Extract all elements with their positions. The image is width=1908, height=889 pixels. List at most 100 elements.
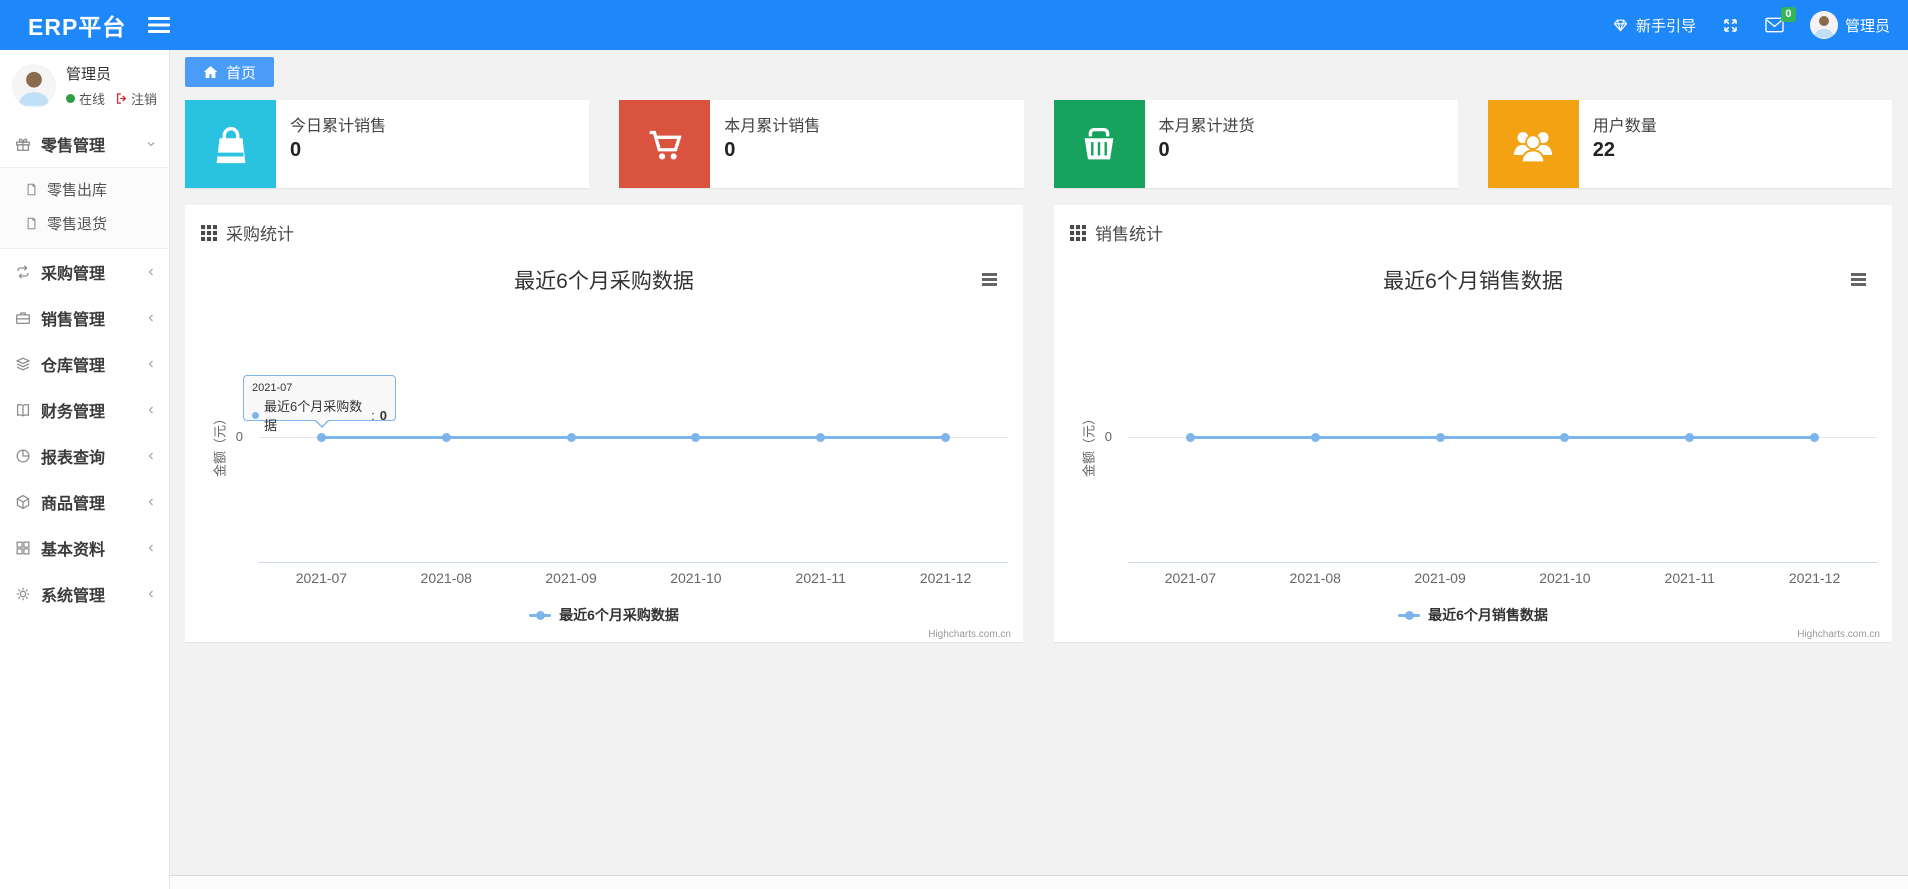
card-value: 0 [290, 139, 302, 161]
chevron-left-icon [145, 266, 157, 278]
series-zero-line [259, 433, 1008, 442]
legend-item[interactable]: 最近6个月采购数据 [185, 605, 1023, 625]
sidebar-item-retail[interactable]: 零售管理 [0, 121, 169, 167]
sign-out-icon [116, 93, 127, 104]
user-menu[interactable]: 管理员 [1809, 11, 1890, 39]
sidebar-item-retail-outbound[interactable]: 零售出库 [0, 172, 169, 206]
panel-header: 销售统计 [1054, 205, 1892, 253]
shopping-bag-icon [185, 100, 276, 188]
avatar [1809, 11, 1838, 39]
users-icon [1487, 100, 1579, 188]
x-tick-label: 2021-09 [1414, 570, 1466, 586]
card-value: 0 [724, 139, 736, 161]
data-point[interactable] [941, 433, 951, 442]
sidebar-item-basic-data[interactable]: 基本资料 [0, 525, 169, 571]
x-axis-labels: 2021-07 2021-08 2021-09 2021-10 2021-11 … [259, 570, 1008, 586]
sidebar-item-procurement[interactable]: 采购管理 [0, 249, 169, 295]
highcharts-credits[interactable]: Highcharts.com.cn [928, 629, 1011, 640]
sidebar-toggle-icon[interactable] [148, 17, 171, 33]
logout-link[interactable]: 注销 [115, 89, 157, 108]
guide-button[interactable]: 新手引导 [1612, 15, 1696, 36]
chevron-left-icon [145, 358, 157, 370]
card-label: 今日累计销售 [290, 118, 387, 135]
tooltip-series-dot [252, 411, 259, 419]
panel-title: 销售统计 [1095, 225, 1163, 244]
sales-chart: 最近6个月销售数据 金额（元） 0 2021-07 2021-08 2021-0… [1054, 253, 1892, 644]
tooltip-series-name: 最近6个月采购数据 [264, 399, 363, 433]
legend-item[interactable]: 最近6个月销售数据 [1054, 605, 1892, 625]
chevron-down-icon [145, 138, 157, 150]
app-brand: ERP平台 [28, 14, 127, 40]
document-icon [27, 217, 36, 229]
x-tick-label: 2021-12 [1788, 570, 1841, 586]
sidebar-menu: 零售管理 零售出库 零售退货 采购管理 销售管理 仓库管理 财务管理 报表查询 … [0, 121, 169, 617]
chart-export-menu-icon[interactable] [1851, 273, 1866, 288]
data-point[interactable] [1310, 433, 1320, 442]
retail-submenu: 零售出库 零售退货 [0, 167, 169, 249]
y-axis-title: 金额（元） [1081, 412, 1097, 478]
home-icon [203, 65, 218, 79]
tab-home[interactable]: 首页 [185, 57, 275, 87]
grid-icon [14, 539, 32, 557]
shopping-basket-icon [1053, 100, 1145, 188]
card-label: 本月累计进货 [1158, 118, 1255, 135]
sidebar-item-finance[interactable]: 财务管理 [0, 387, 169, 433]
x-tick-label: 2021-12 [919, 570, 972, 586]
messages-button[interactable]: 0 [1765, 7, 1796, 33]
card-label: 用户数量 [1592, 118, 1657, 135]
online-status-icon [66, 94, 75, 103]
chevron-left-icon [145, 496, 157, 508]
sidebar-item-warehouse[interactable]: 仓库管理 [0, 341, 169, 387]
chevron-left-icon [145, 312, 157, 324]
footer [170, 875, 1908, 889]
data-point[interactable] [816, 433, 826, 442]
main-content: 首页 今日累计销售 0 本月累计销售 0 本月累计进货 0 用户数量 22 采购… [170, 50, 1908, 875]
shopping-cart-icon [619, 100, 711, 188]
chart-export-menu-icon[interactable] [982, 273, 997, 288]
sidebar-item-reports[interactable]: 报表查询 [0, 433, 169, 479]
top-navbar: ERP平台 新手引导 0 管理员 [0, 0, 1908, 50]
sidebar-username: 管理员 [66, 66, 112, 83]
cube-icon [14, 493, 32, 511]
x-tick-label: 2021-08 [420, 570, 472, 586]
legend-marker-icon [1398, 610, 1421, 620]
data-point[interactable] [1560, 433, 1570, 442]
x-tick-label: 2021-10 [1539, 570, 1591, 586]
sidebar-item-goods[interactable]: 商品管理 [0, 479, 169, 525]
y-axis-tick: 0 [235, 429, 243, 444]
card-month-sales: 本月累计销售 0 [619, 100, 1024, 188]
data-point[interactable] [316, 433, 326, 442]
data-point[interactable] [1435, 433, 1445, 442]
x-tick-label: 2021-08 [1289, 570, 1341, 586]
chevron-left-icon [145, 588, 157, 600]
data-point[interactable] [566, 433, 576, 442]
chart-title: 最近6个月销售数据 [1383, 270, 1563, 293]
chart-panels-row: 采购统计 最近6个月采购数据 金额（元） 0 2021-07 2021-08 2… [185, 205, 1892, 642]
tooltip-value: 0 [379, 407, 387, 423]
data-point[interactable] [441, 433, 451, 442]
data-point[interactable] [1685, 433, 1695, 442]
th-grid-icon [1070, 224, 1086, 241]
purchase-chart: 最近6个月采购数据 金额（元） 0 2021-07 2021-08 2021-0… [185, 253, 1023, 644]
sidebar-item-system[interactable]: 系统管理 [0, 571, 169, 617]
data-point[interactable] [691, 433, 701, 442]
y-axis-title: 金额（元） [212, 412, 228, 478]
purchase-stats-panel: 采购统计 最近6个月采购数据 金额（元） 0 2021-07 2021-08 2… [185, 205, 1023, 642]
highcharts-credits[interactable]: Highcharts.com.cn [1797, 629, 1880, 640]
data-point[interactable] [1185, 433, 1195, 442]
sidebar-item-retail-return[interactable]: 零售退货 [0, 206, 169, 240]
sidebar-item-sales[interactable]: 销售管理 [0, 295, 169, 341]
chevron-left-icon [145, 542, 157, 554]
x-axis-line [1128, 562, 1877, 563]
layers-icon [14, 355, 32, 373]
gift-icon [14, 135, 32, 153]
chart-tooltip: 2021-07 最近6个月采购数据: 0 [243, 375, 396, 433]
card-value: 0 [1158, 139, 1170, 161]
mail-count-badge: 0 [1780, 7, 1796, 22]
y-axis-tick: 0 [1104, 429, 1112, 444]
data-point[interactable] [1810, 433, 1820, 442]
fullscreen-icon[interactable] [1722, 17, 1739, 34]
x-tick-label: 2021-11 [795, 570, 846, 586]
sales-stats-panel: 销售统计 最近6个月销售数据 金额（元） 0 2021-07 2021-08 2… [1054, 205, 1892, 642]
x-tick-label: 2021-07 [295, 570, 348, 586]
